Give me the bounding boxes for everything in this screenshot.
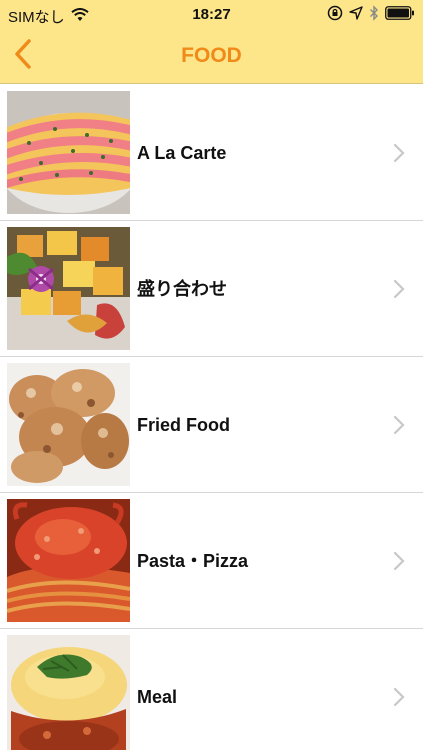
chevron-right-icon <box>393 415 405 435</box>
menu-item-pasta-pizza[interactable]: Pasta・Pizza <box>0 493 423 629</box>
status-right <box>327 5 415 25</box>
chevron-right-icon <box>393 551 405 571</box>
location-arrow-icon <box>349 6 363 24</box>
menu-item-label: A La Carte <box>137 143 227 163</box>
menu-list: A La Carte 盛り合わせ Fried Food Pasta・Pizza … <box>0 85 423 750</box>
menu-item-meal[interactable]: Meal <box>0 629 423 750</box>
a-la-carte-thumbnail <box>7 91 130 214</box>
menu-item-label: Meal <box>137 687 178 707</box>
menu-item-label: Pasta・Pizza <box>137 551 249 571</box>
meal-thumbnail <box>7 635 130 750</box>
chevron-right-icon <box>393 687 405 707</box>
navigation-bar: FOOD <box>0 30 423 84</box>
battery-icon <box>385 6 415 24</box>
menu-item-fried-food[interactable]: Fried Food <box>0 357 423 493</box>
chevron-right-icon <box>393 279 405 299</box>
menu-item-label: Fried Food <box>137 415 230 435</box>
chevron-right-icon <box>393 143 405 163</box>
menu-item-a-la-carte[interactable]: A La Carte <box>0 85 423 221</box>
status-bar: SIMなし 18:27 <box>0 0 423 30</box>
menu-item-platter[interactable]: 盛り合わせ <box>0 221 423 357</box>
orientation-lock-icon <box>327 5 343 25</box>
pasta-pizza-thumbnail <box>7 499 130 622</box>
bluetooth-icon <box>369 5 379 25</box>
page-title: FOOD <box>181 44 242 67</box>
platter-thumbnail <box>7 227 130 350</box>
menu-item-label: 盛り合わせ <box>137 279 227 299</box>
fried-food-thumbnail <box>7 363 130 486</box>
